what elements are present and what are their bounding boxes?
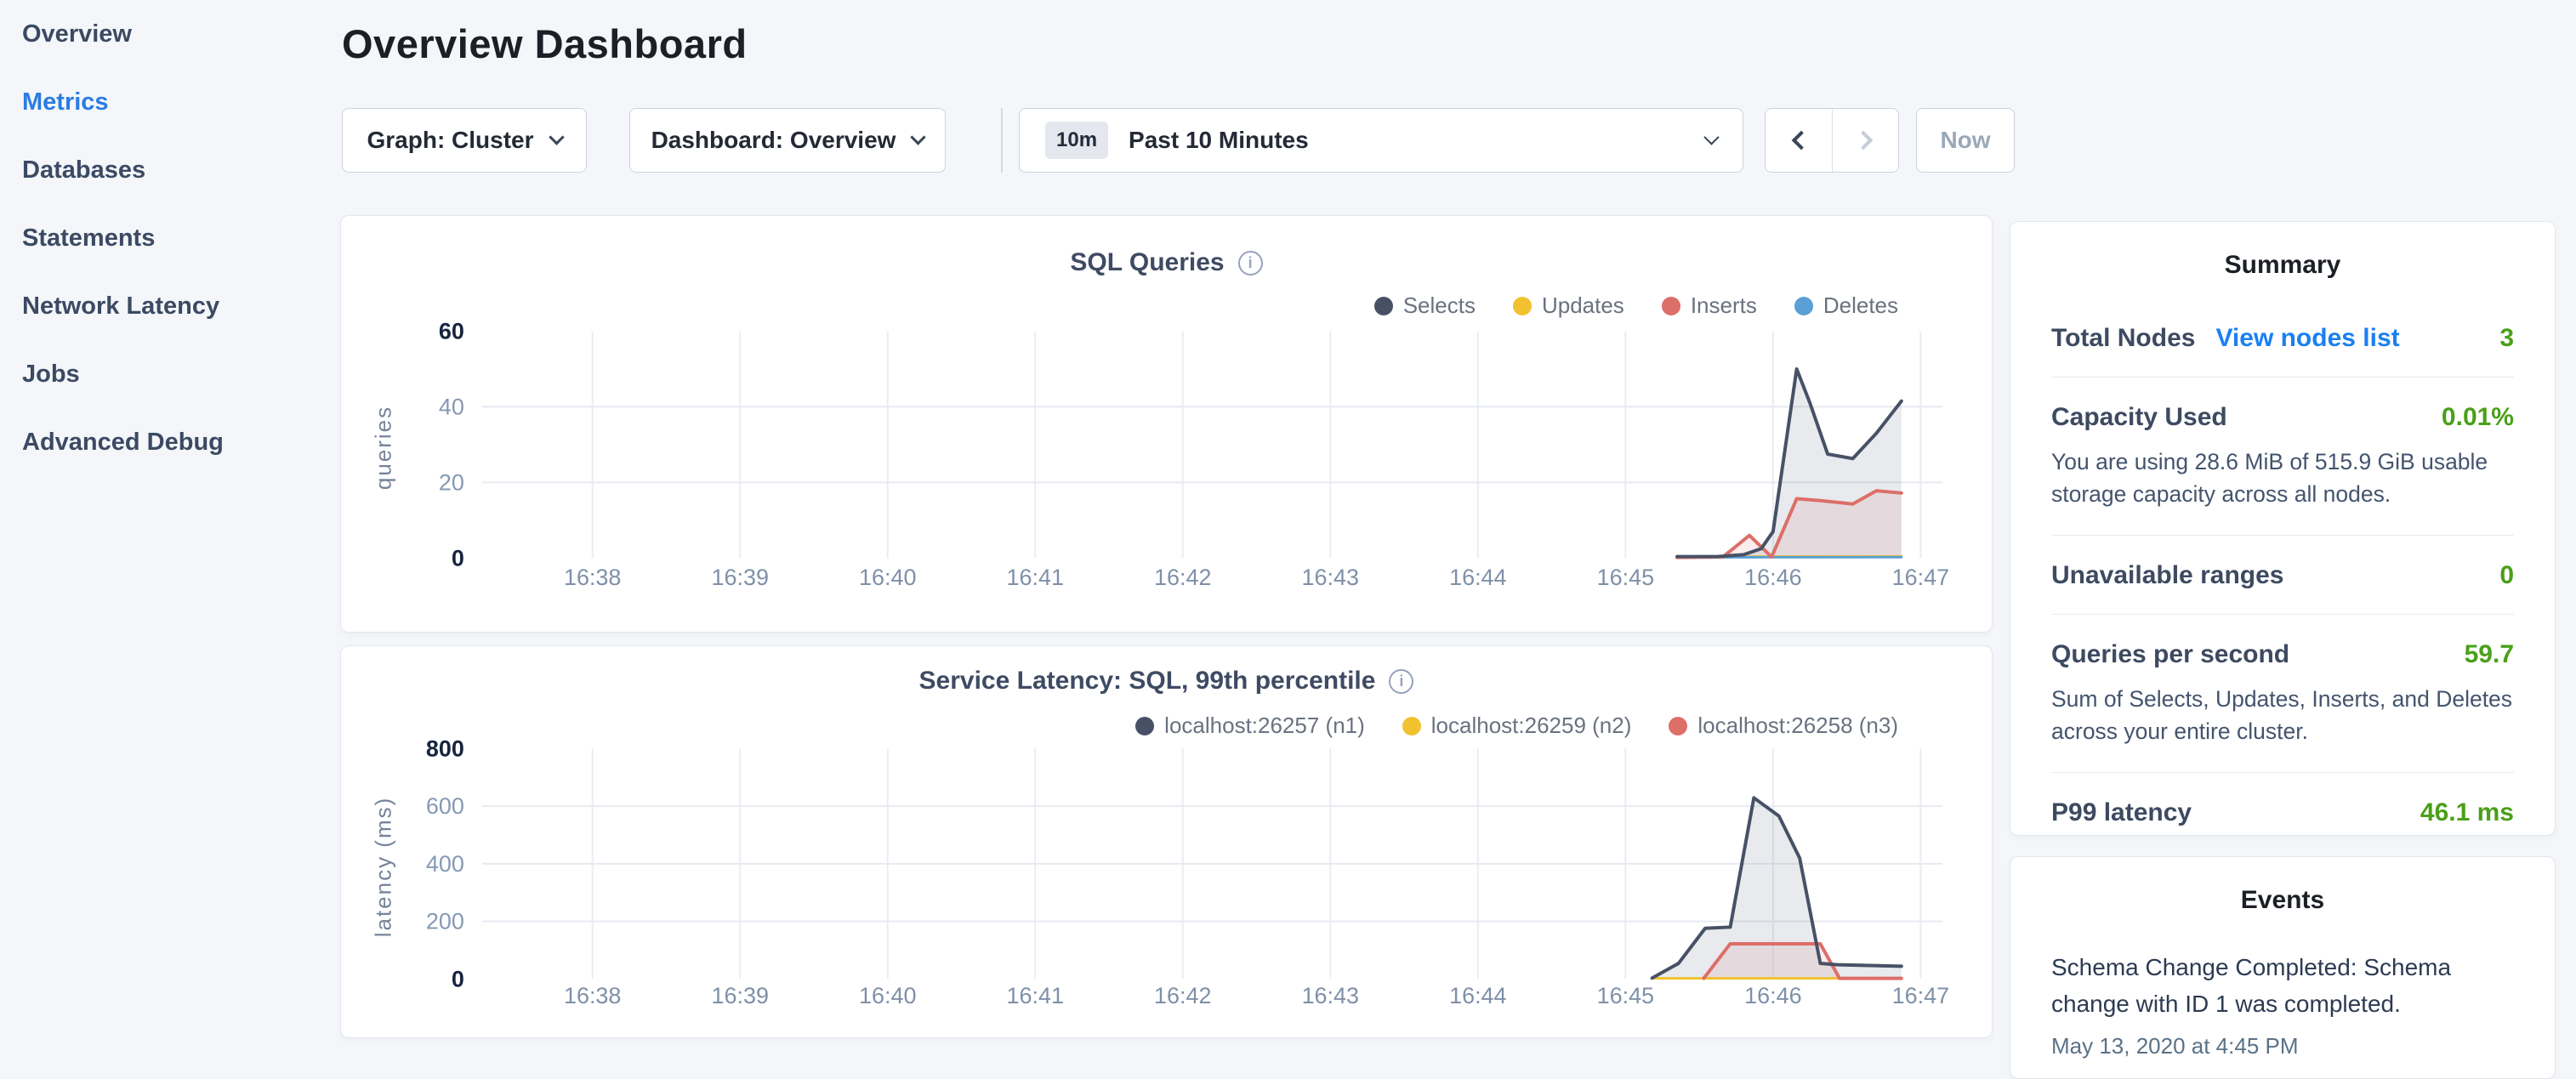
sidebar-item-network-latency[interactable]: Network Latency (0, 272, 340, 340)
sidebar: OverviewMetricsDatabasesStatementsNetwor… (0, 0, 340, 1051)
svg-text:200: 200 (426, 909, 464, 934)
svg-text:600: 600 (426, 793, 464, 819)
event-message: Schema Change Completed: Schema change w… (2051, 949, 2514, 1023)
queries-per-second-description: Sum of Selects, Updates, Inserts, and De… (2051, 683, 2514, 748)
svg-text:16:46: 16:46 (1744, 565, 1801, 590)
events-heading: Events (2010, 857, 2555, 915)
time-step-forward-button[interactable] (1832, 109, 1898, 172)
sidebar-item-databases[interactable]: Databases (0, 136, 340, 204)
capacity-used-description: You are using 28.6 MiB of 515.9 GiB usab… (2051, 446, 2514, 511)
summary-heading: Summary (2010, 222, 2555, 280)
svg-text:0: 0 (452, 966, 464, 991)
chevron-down-icon (1703, 129, 1719, 145)
p99-latency-label: P99 latency (2051, 798, 2192, 827)
svg-text:16:38: 16:38 (564, 983, 621, 1008)
time-range-dropdown[interactable]: 10m Past 10 Minutes (1019, 108, 1743, 173)
time-step-back-button[interactable] (1766, 109, 1832, 172)
svg-text:16:46: 16:46 (1744, 983, 1801, 1008)
svg-text:16:47: 16:47 (1892, 565, 1949, 590)
total-nodes-value: 3 (2499, 324, 2514, 353)
time-range-label: Past 10 Minutes (1129, 127, 1309, 154)
svg-text:800: 800 (426, 735, 464, 761)
svg-text:16:43: 16:43 (1302, 565, 1359, 590)
summary-row-capacity-used: Capacity Used 0.01% You are using 28.6 M… (2010, 378, 2555, 535)
queries-per-second-label: Queries per second (2051, 640, 2289, 669)
sql-queries-chart: 16:38 16:39 16:40 16:41 16:42 16:43 16:44 16:45… (341, 216, 1992, 632)
svg-text:16:44: 16:44 (1449, 565, 1507, 590)
svg-text:16:43: 16:43 (1302, 983, 1359, 1008)
page-title: Overview Dashboard (342, 20, 748, 67)
svg-text:0: 0 (452, 545, 464, 571)
chevron-down-icon (911, 129, 926, 145)
svg-text:16:40: 16:40 (859, 983, 916, 1008)
graph-dropdown[interactable]: Graph: Cluster (342, 108, 587, 173)
svg-text:400: 400 (426, 851, 464, 877)
summary-panel: Summary Total Nodes View nodes list 3 Ca… (2010, 221, 2556, 836)
event-item: Schema Change Completed: Schema change w… (2010, 915, 2555, 1059)
sidebar-list: OverviewMetricsDatabasesStatementsNetwor… (0, 0, 340, 476)
sidebar-item-advanced-debug[interactable]: Advanced Debug (0, 408, 340, 476)
capacity-used-value: 0.01% (2442, 403, 2514, 432)
svg-text:60: 60 (439, 318, 464, 344)
sql-queries-chart-card: SQL Queries SelectsUpdatesInsertsDeletes… (340, 215, 1993, 633)
total-nodes-label: Total Nodes (2051, 324, 2195, 353)
svg-text:16:41: 16:41 (1007, 565, 1064, 590)
svg-text:16:45: 16:45 (1597, 565, 1654, 590)
svg-text:16:41: 16:41 (1007, 983, 1064, 1008)
now-button[interactable]: Now (1916, 108, 2015, 173)
svg-text:16:39: 16:39 (711, 565, 768, 590)
chevron-left-icon (1792, 131, 1811, 150)
overview-dashboard-page: { "sidebar": { "items": [ {"label": "Ove… (0, 0, 2576, 1051)
svg-text:16:40: 16:40 (859, 565, 916, 590)
svg-text:16:44: 16:44 (1449, 983, 1506, 1008)
chevron-down-icon (549, 129, 564, 145)
summary-row-queries-per-second: Queries per second 59.7 Sum of Selects, … (2010, 615, 2555, 772)
capacity-used-label: Capacity Used (2051, 403, 2227, 432)
sidebar-item-metrics[interactable]: Metrics (0, 68, 340, 136)
svg-text:20: 20 (439, 469, 464, 495)
queries-per-second-value: 59.7 (2465, 640, 2514, 669)
summary-row-unavailable-ranges: Unavailable ranges 0 (2010, 536, 2555, 614)
svg-text:16:39: 16:39 (711, 983, 768, 1008)
dashboard-dropdown[interactable]: Dashboard: Overview (629, 108, 946, 173)
summary-row-total-nodes: Total Nodes View nodes list 3 (2010, 298, 2555, 377)
svg-text:16:45: 16:45 (1597, 983, 1654, 1008)
header-divider (1001, 108, 1003, 173)
svg-text:16:42: 16:42 (1154, 565, 1211, 590)
unavailable-ranges-label: Unavailable ranges (2051, 561, 2283, 590)
time-step-buttons (1765, 108, 1899, 173)
chevron-right-icon (1853, 131, 1873, 150)
service-latency-chart: 16:38 16:39 16:40 16:41 16:42 16:43 16:44 16:45… (341, 646, 1992, 1037)
summary-row-p99-latency: P99 latency 46.1 ms (2010, 773, 2555, 851)
svg-text:40: 40 (439, 394, 464, 419)
p99-latency-value: 46.1 ms (2420, 798, 2514, 827)
svg-text:16:42: 16:42 (1154, 983, 1211, 1008)
svg-text:16:47: 16:47 (1892, 983, 1949, 1008)
svg-text:16:38: 16:38 (564, 565, 621, 590)
time-range-badge: 10m (1045, 122, 1108, 159)
events-panel: Events Schema Change Completed: Schema c… (2010, 856, 2556, 1079)
sidebar-item-statements[interactable]: Statements (0, 204, 340, 272)
sidebar-item-jobs[interactable]: Jobs (0, 340, 340, 408)
view-nodes-list-link[interactable]: View nodes list (2215, 324, 2399, 353)
event-timestamp: May 13, 2020 at 4:45 PM (2051, 1033, 2514, 1059)
sidebar-item-overview[interactable]: Overview (0, 0, 340, 68)
dashboard-dropdown-label: Dashboard: Overview (651, 127, 896, 154)
unavailable-ranges-value: 0 (2499, 561, 2514, 590)
graph-dropdown-label: Graph: Cluster (367, 127, 533, 154)
service-latency-chart-card: Service Latency: SQL, 99th percentile lo… (340, 645, 1993, 1038)
